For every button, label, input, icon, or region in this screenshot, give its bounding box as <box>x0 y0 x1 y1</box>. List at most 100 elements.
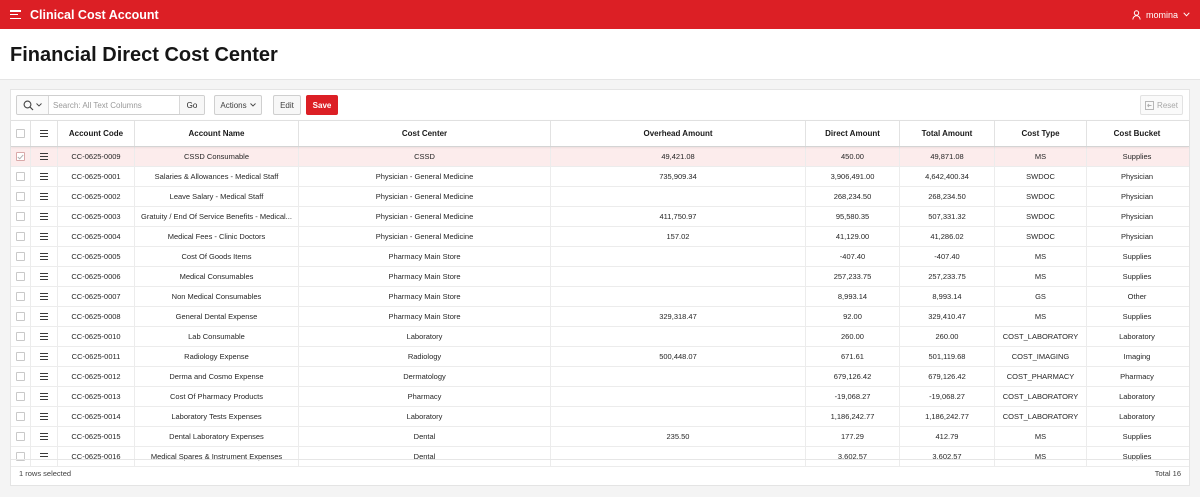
overhead-amount-cell[interactable] <box>551 187 806 206</box>
cost-center-cell[interactable]: CSSD <box>299 147 551 166</box>
account-name-cell[interactable]: Laboratory Tests Expenses <box>135 407 299 426</box>
search-input[interactable] <box>49 96 179 114</box>
total-amount-cell[interactable]: 329,410.47 <box>900 307 995 326</box>
row-actions-menu-icon[interactable] <box>40 193 48 200</box>
actions-button[interactable]: Actions <box>214 95 262 115</box>
cost-bucket-cell[interactable]: Pharmacy <box>1087 367 1187 386</box>
row-actions-menu-icon[interactable] <box>40 213 48 220</box>
table-row[interactable]: CC-0625-0001 Salaries & Allowances - Medi… <box>11 167 1189 187</box>
cost-bucket-cell[interactable]: Physician <box>1087 167 1187 186</box>
total-amount-cell[interactable]: 41,286.02 <box>900 227 995 246</box>
column-header-cost-type[interactable]: Cost Type <box>995 121 1087 146</box>
direct-amount-cell[interactable]: 450.00 <box>806 147 900 166</box>
cost-center-cell[interactable]: Physician - General Medicine <box>299 227 551 246</box>
row-checkbox[interactable] <box>16 392 25 401</box>
direct-amount-cell[interactable]: 3,906,491.00 <box>806 167 900 186</box>
table-row[interactable]: CC-0625-0014 Laboratory Tests Expenses Lab… <box>11 407 1189 427</box>
cost-center-cell[interactable]: Pharmacy Main Store <box>299 307 551 326</box>
account-name-cell[interactable]: Cost Of Pharmacy Products <box>135 387 299 406</box>
cost-center-cell[interactable]: Pharmacy <box>299 387 551 406</box>
direct-amount-cell[interactable]: 260.00 <box>806 327 900 346</box>
total-amount-cell[interactable]: -407.40 <box>900 247 995 266</box>
row-checkbox[interactable] <box>16 432 25 441</box>
total-amount-cell[interactable]: 268,234.50 <box>900 187 995 206</box>
account-name-cell[interactable]: Gratuity / End Of Service Benefits - Med… <box>135 207 299 226</box>
cost-bucket-cell[interactable]: Supplies <box>1087 267 1187 286</box>
cost-type-cell[interactable]: SWDOC <box>995 167 1087 186</box>
account-code-cell[interactable]: CC-0625-0010 <box>58 327 135 346</box>
row-actions-menu-icon[interactable] <box>40 293 48 300</box>
cost-type-cell[interactable]: SWDOC <box>995 207 1087 226</box>
direct-amount-cell[interactable]: 95,580.35 <box>806 207 900 226</box>
account-name-cell[interactable]: Dental Laboratory Expenses <box>135 427 299 446</box>
overhead-amount-cell[interactable] <box>551 367 806 386</box>
overhead-amount-cell[interactable]: 735,909.34 <box>551 167 806 186</box>
row-actions-menu-icon[interactable] <box>40 353 48 360</box>
cost-type-cell[interactable]: SWDOC <box>995 187 1087 206</box>
row-checkbox[interactable] <box>16 152 25 161</box>
cost-type-cell[interactable]: COST_IMAGING <box>995 347 1087 366</box>
direct-amount-cell[interactable]: 671.61 <box>806 347 900 366</box>
account-name-cell[interactable]: Leave Salary - Medical Staff <box>135 187 299 206</box>
cost-bucket-cell[interactable]: Supplies <box>1087 247 1187 266</box>
cost-type-cell[interactable]: GS <box>995 287 1087 306</box>
account-name-cell[interactable]: Lab Consumable <box>135 327 299 346</box>
cost-bucket-cell[interactable]: Physician <box>1087 227 1187 246</box>
account-code-cell[interactable]: CC-0625-0015 <box>58 427 135 446</box>
table-row[interactable]: CC-0625-0013 Cost Of Pharmacy Products Pha… <box>11 387 1189 407</box>
total-amount-cell[interactable]: -19,068.27 <box>900 387 995 406</box>
column-header-overhead-amount[interactable]: Overhead Amount <box>551 121 806 146</box>
table-row[interactable]: CC-0625-0015 Dental Laboratory Expenses De… <box>11 427 1189 447</box>
row-checkbox[interactable] <box>16 192 25 201</box>
row-checkbox[interactable] <box>16 252 25 261</box>
cost-type-cell[interactable]: MS <box>995 147 1087 166</box>
cost-bucket-cell[interactable]: Imaging <box>1087 347 1187 366</box>
table-row[interactable]: CC-0625-0011 Radiology Expense Radiology 50… <box>11 347 1189 367</box>
account-code-cell[interactable]: CC-0625-0007 <box>58 287 135 306</box>
row-checkbox[interactable] <box>16 352 25 361</box>
overhead-amount-cell[interactable] <box>551 287 806 306</box>
row-checkbox[interactable] <box>16 272 25 281</box>
account-code-cell[interactable]: CC-0625-0003 <box>58 207 135 226</box>
overhead-amount-cell[interactable] <box>551 407 806 426</box>
table-row[interactable]: CC-0625-0010 Lab Consumable Laboratory 260.… <box>11 327 1189 347</box>
cost-type-cell[interactable]: MS <box>995 307 1087 326</box>
menu-icon[interactable] <box>40 130 48 137</box>
account-code-cell[interactable]: CC-0625-0013 <box>58 387 135 406</box>
account-code-cell[interactable]: CC-0625-0008 <box>58 307 135 326</box>
row-actions-menu-icon[interactable] <box>40 373 48 380</box>
column-header-total-amount[interactable]: Total Amount <box>900 121 995 146</box>
direct-amount-cell[interactable]: 1,186,242.77 <box>806 407 900 426</box>
cost-bucket-cell[interactable]: Laboratory <box>1087 387 1187 406</box>
overhead-amount-cell[interactable] <box>551 267 806 286</box>
direct-amount-cell[interactable]: 92.00 <box>806 307 900 326</box>
row-checkbox[interactable] <box>16 412 25 421</box>
cost-center-cell[interactable]: Radiology <box>299 347 551 366</box>
table-row[interactable]: CC-0625-0012 Derma and Cosmo Expense Derma… <box>11 367 1189 387</box>
cost-bucket-cell[interactable]: Laboratory <box>1087 407 1187 426</box>
column-header-direct-amount[interactable]: Direct Amount <box>806 121 900 146</box>
direct-amount-cell[interactable]: -19,068.27 <box>806 387 900 406</box>
row-actions-menu-icon[interactable] <box>40 253 48 260</box>
cost-type-cell[interactable]: COST_LABORATORY <box>995 387 1087 406</box>
search-column-menu[interactable] <box>17 96 49 114</box>
account-code-cell[interactable]: CC-0625-0011 <box>58 347 135 366</box>
total-amount-cell[interactable]: 257,233.75 <box>900 267 995 286</box>
cost-bucket-cell[interactable]: Other <box>1087 287 1187 306</box>
column-header-account-code[interactable]: Account Code <box>58 121 135 146</box>
cost-type-cell[interactable]: COST_PHARMACY <box>995 367 1087 386</box>
cost-type-cell[interactable]: COST_LABORATORY <box>995 407 1087 426</box>
direct-amount-cell[interactable]: 679,126.42 <box>806 367 900 386</box>
overhead-amount-cell[interactable]: 157.02 <box>551 227 806 246</box>
column-header-cost-bucket[interactable]: Cost Bucket <box>1087 121 1187 146</box>
go-button[interactable]: Go <box>179 96 204 114</box>
total-amount-cell[interactable]: 507,331.32 <box>900 207 995 226</box>
row-actions-menu-icon[interactable] <box>40 313 48 320</box>
account-name-cell[interactable]: Medical Fees - Clinic Doctors <box>135 227 299 246</box>
account-code-cell[interactable]: CC-0625-0001 <box>58 167 135 186</box>
total-amount-cell[interactable]: 679,126.42 <box>900 367 995 386</box>
total-amount-cell[interactable]: 501,119.68 <box>900 347 995 366</box>
account-name-cell[interactable]: Medical Consumables <box>135 267 299 286</box>
menu-icon[interactable] <box>10 10 21 19</box>
total-amount-cell[interactable]: 260.00 <box>900 327 995 346</box>
